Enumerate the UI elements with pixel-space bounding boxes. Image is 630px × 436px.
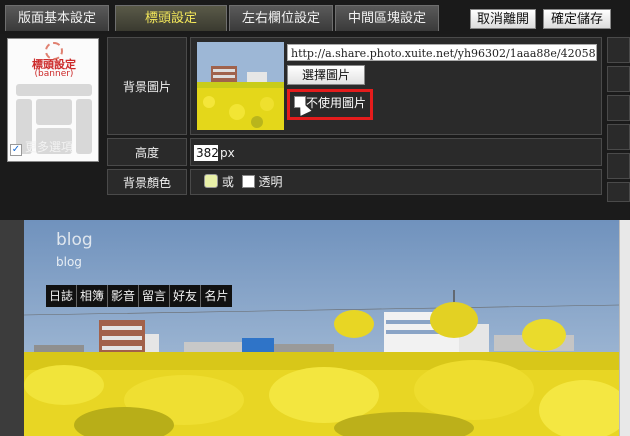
banner-photo	[24, 220, 619, 436]
tab-header-settings[interactable]: 標頭設定	[115, 5, 227, 31]
bg-color-label: 背景顏色	[107, 169, 187, 195]
side-cell	[607, 66, 630, 92]
nav-item-guestbook[interactable]: 留言	[139, 285, 170, 307]
transparent-checkbox[interactable]	[241, 175, 255, 188]
or-text: 或	[221, 175, 234, 189]
side-cell	[607, 182, 630, 202]
vertical-scrollbar[interactable]	[619, 220, 630, 436]
tab-bar: 版面基本設定 標頭設定 左右欄位設定 中間區塊設定 取消離開 確定儲存	[0, 0, 630, 34]
checkmark-icon: ✓	[10, 144, 22, 156]
no-image-label: 不使用圖片	[306, 96, 367, 110]
bg-image-preview	[197, 42, 284, 130]
thumbnail-block	[76, 99, 92, 154]
bg-image-value-cell: http://a.share.photo.xuite.net/yh96302/1…	[190, 37, 602, 135]
editor-window: 版面基本設定 標頭設定 左右欄位設定 中間區塊設定 取消離開 確定儲存 標頭設定…	[0, 0, 630, 436]
nav-item-journal[interactable]: 日誌	[46, 285, 77, 307]
tab-layout-basic[interactable]: 版面基本設定	[5, 5, 109, 31]
no-image-option[interactable]: 不使用圖片	[287, 89, 373, 120]
nav-item-album[interactable]: 相簿	[77, 285, 108, 307]
preview-left-border	[0, 220, 24, 436]
height-value-cell: 382 px	[190, 138, 602, 166]
nav-item-video[interactable]: 影音	[108, 285, 139, 307]
save-button[interactable]: 確定儲存	[543, 9, 611, 29]
bg-image-url-input[interactable]: http://a.share.photo.xuite.net/yh96302/1…	[287, 44, 597, 61]
side-cell	[607, 124, 630, 150]
thumbnail-subtitle: (banner)	[34, 69, 74, 79]
thumbnail-block	[36, 99, 72, 125]
height-input[interactable]: 382	[194, 145, 219, 161]
nav-item-friends[interactable]: 好友	[170, 285, 201, 307]
bg-image-label: 背景圖片	[107, 37, 187, 135]
nav-item-profile[interactable]: 名片	[201, 285, 232, 307]
blog-header-preview: blog blog 日誌 相簿 影音 留言 好友 名片	[24, 220, 619, 436]
blog-subtitle: blog	[56, 255, 82, 269]
side-cell	[607, 95, 630, 121]
height-unit: px	[220, 146, 235, 160]
more-options-label: 更多選項	[25, 140, 74, 154]
side-cell	[607, 37, 630, 63]
side-cell	[607, 153, 630, 179]
cancel-button[interactable]: 取消離開	[470, 9, 536, 29]
header-settings-form: 背景圖片 http://a.share.photo.xuite.net/yh96…	[107, 37, 603, 195]
thumbnail-block	[16, 84, 92, 96]
blog-nav-bar: 日誌 相簿 影音 留言 好友 名片	[46, 285, 232, 307]
color-swatch[interactable]	[204, 174, 218, 188]
transparent-label: 透明	[258, 175, 283, 189]
height-label: 高度	[107, 138, 187, 166]
blog-title: blog	[56, 230, 93, 250]
tab-side-columns[interactable]: 左右欄位設定	[229, 5, 333, 31]
settings-panel: 標頭設定 (banner) ✓ 更多選項 背景圖片 http://a.share…	[0, 34, 630, 220]
more-options-checkbox[interactable]: ✓ 更多選項	[10, 138, 73, 156]
bg-color-value-cell: 或 透明	[190, 169, 602, 195]
tab-middle-blocks[interactable]: 中間區塊設定	[335, 5, 439, 31]
select-image-button[interactable]: 選擇圖片	[287, 65, 365, 85]
